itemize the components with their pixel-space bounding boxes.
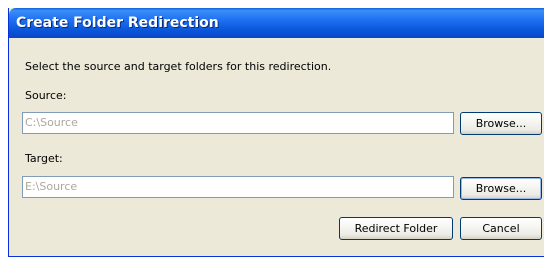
cancel-button[interactable]: Cancel xyxy=(460,217,542,240)
create-folder-redirection-dialog: Create Folder Redirection Select the sou… xyxy=(8,8,544,257)
source-label: Source: xyxy=(25,89,67,102)
source-browse-button[interactable]: Browse... xyxy=(460,112,542,135)
window-title: Create Folder Redirection xyxy=(16,15,219,31)
instructions-text: Select the source and target folders for… xyxy=(25,60,332,73)
title-bar[interactable]: Create Folder Redirection xyxy=(9,8,544,38)
target-path-field[interactable]: E:\Source xyxy=(22,176,454,198)
target-browse-button[interactable]: Browse... xyxy=(460,177,542,200)
redirect-folder-button[interactable]: Redirect Folder xyxy=(339,217,453,240)
target-label: Target: xyxy=(25,152,63,165)
source-path-field[interactable]: C:\Source xyxy=(22,112,454,134)
